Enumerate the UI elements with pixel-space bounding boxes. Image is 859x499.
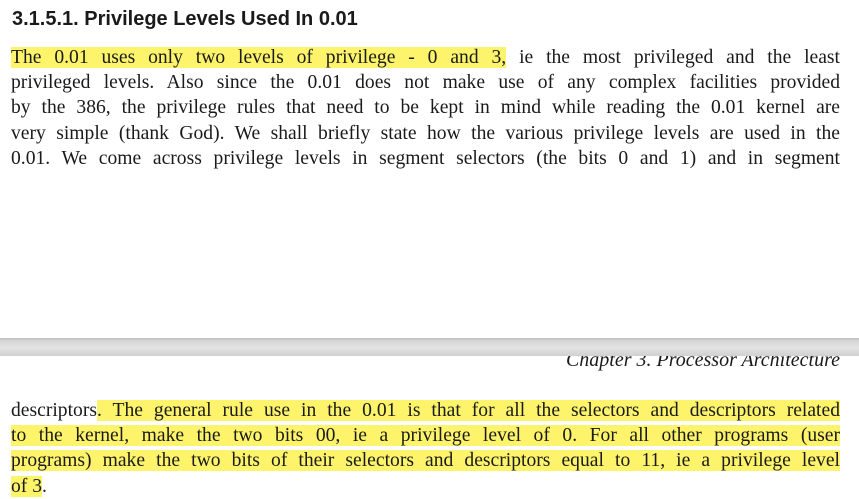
page-bottom: Chapter 3. Processor Architecture descri… bbox=[0, 356, 859, 499]
paragraph-line: descriptors. The general rule use in the… bbox=[11, 398, 840, 423]
body-text: ie the most privileged and the least bbox=[506, 47, 841, 68]
body-text: descriptors bbox=[11, 400, 97, 421]
paragraph-line: programs) make the two bits of their sel… bbox=[11, 448, 840, 473]
paragraph-line: The 0.01 uses only two levels of privile… bbox=[11, 45, 840, 70]
page-top: 3.1.5.1. Privilege Levels Used In 0.01 T… bbox=[0, 0, 859, 338]
paragraph-line: of 3. bbox=[11, 474, 840, 499]
paragraph-line: by the 386, the privilege rules that nee… bbox=[11, 97, 840, 119]
paragraph-line: very simple (thank God). We shall briefl… bbox=[11, 122, 840, 144]
paragraph-bottom: descriptors. The general rule use in the… bbox=[11, 398, 840, 499]
highlighted-text: programs) make the two bits of their sel… bbox=[11, 450, 840, 472]
section-heading: 3.1.5.1. Privilege Levels Used In 0.01 bbox=[12, 8, 358, 30]
page-separator bbox=[0, 338, 859, 356]
body-text: . bbox=[42, 475, 47, 497]
paragraph-line: 0.01. We come across privilege levels in… bbox=[11, 147, 840, 169]
highlighted-text: The 0.01 uses only two levels of privile… bbox=[11, 47, 507, 68]
running-header: Chapter 3. Processor Architecture bbox=[565, 356, 840, 371]
paragraph-top: The 0.01 uses only two levels of privile… bbox=[11, 45, 840, 171]
highlighted-text: to the kernel, make the two bits 00, ie … bbox=[11, 425, 840, 447]
highlighted-text: of 3 bbox=[11, 475, 43, 497]
highlighted-text: . The general rule use in the 0.01 is th… bbox=[96, 400, 840, 421]
paragraph-line: privileged levels. Also since the 0.01 d… bbox=[11, 72, 840, 94]
paragraph-line: to the kernel, make the two bits 00, ie … bbox=[11, 423, 840, 448]
